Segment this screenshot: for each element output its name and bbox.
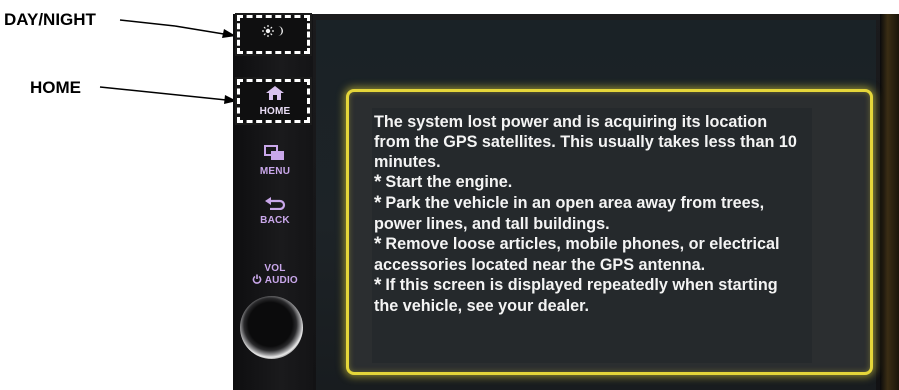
sun-moon-icon xyxy=(262,23,284,43)
gps-message-bullet: * Remove loose articles, mobile phones, o… xyxy=(374,234,804,275)
bullet-marker: * xyxy=(374,172,382,193)
menu-button[interactable]: MENU xyxy=(252,145,298,177)
home-button[interactable]: HOME xyxy=(252,85,298,117)
home-leader-line xyxy=(99,86,237,104)
menu-button-label: MENU xyxy=(259,166,291,177)
bullet-text: Start the engine. xyxy=(385,173,513,191)
back-arrow-icon xyxy=(264,197,286,214)
bullet-marker: * xyxy=(374,193,382,214)
gps-message-text: The system lost power and is acquiring i… xyxy=(374,112,804,316)
bullet-marker: * xyxy=(374,275,382,296)
gps-message-bullet: * Start the engine. xyxy=(374,172,804,193)
display-edge xyxy=(880,14,899,390)
gps-message-bullet: * Park the vehicle in an open area away f… xyxy=(374,193,804,234)
menu-icon xyxy=(264,145,286,165)
bullet-text: Remove loose articles, mobile phones, or… xyxy=(374,235,780,274)
gps-message-intro: The system lost power and is acquiring i… xyxy=(374,113,797,171)
callout-leader-lines xyxy=(99,19,237,104)
vol-audio-button[interactable]: VOL AUDIO xyxy=(247,263,303,286)
bullet-text: Park the vehicle in an open area away fr… xyxy=(374,194,765,233)
home-button-label: HOME xyxy=(259,106,291,117)
bullet-marker: * xyxy=(374,234,382,255)
vol-label: VOL xyxy=(264,263,286,274)
gps-message-bullet: * If this screen is displayed repeatedly … xyxy=(374,275,804,316)
bullet-text: If this screen is displayed repeatedly w… xyxy=(374,276,778,315)
audio-label-row: AUDIO xyxy=(247,274,303,286)
audio-label: AUDIO xyxy=(264,275,298,286)
day-night-leader-line xyxy=(119,19,237,38)
volume-knob[interactable] xyxy=(240,296,303,359)
power-icon xyxy=(252,274,265,286)
back-button[interactable]: BACK xyxy=(252,196,298,226)
house-icon xyxy=(265,86,285,105)
back-button-label: BACK xyxy=(260,215,290,226)
